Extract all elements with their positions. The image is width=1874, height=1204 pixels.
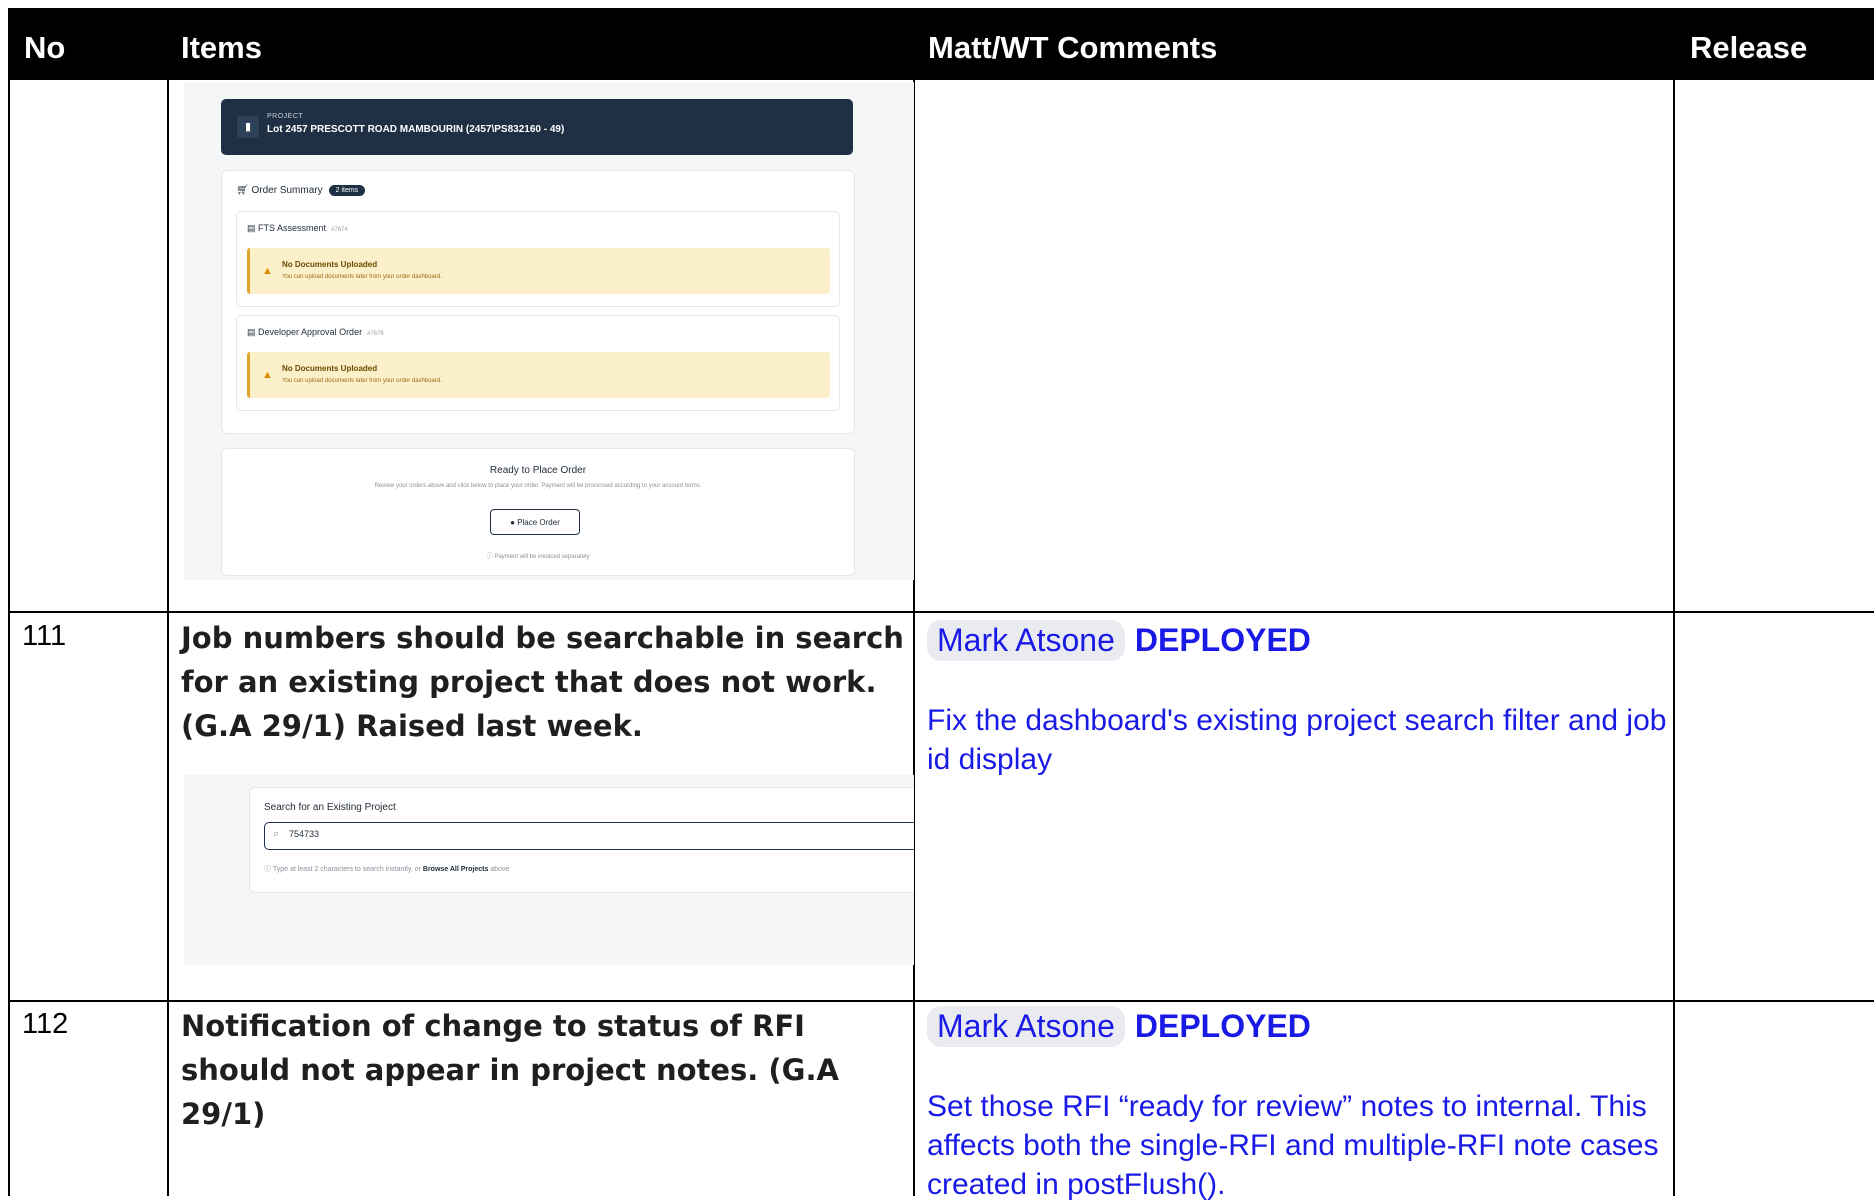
comment-cell: Mark Atsone DEPLOYED Set those RFI “ready… [927, 1006, 1667, 1204]
invoice-note-text: Payment will be invoiced separately [494, 554, 590, 560]
items-badge: 2 items [328, 185, 366, 196]
place-order-button[interactable]: ● Place Order [490, 509, 580, 535]
info-icon: ⓘ [486, 554, 493, 560]
order-summary-label: Order Summary [251, 185, 323, 196]
cart-icon: 🛒︎ [236, 185, 252, 196]
document-icon: ▤ [247, 223, 259, 233]
building-icon: ▮ [237, 116, 259, 138]
order-id: #7674 [331, 227, 348, 233]
row-number: 112 [22, 1008, 69, 1040]
comment-cell: Mark Atsone DEPLOYED Fix the dashboard's … [927, 620, 1667, 779]
assignee-chip[interactable]: Mark Atsone [927, 620, 1125, 661]
search-box[interactable]: ⌕ [264, 822, 914, 850]
assignee-chip[interactable]: Mark Atsone [927, 1006, 1125, 1047]
search-title: Search for an Existing Project [264, 802, 396, 813]
grid-line [8, 80, 10, 1196]
alert-text: You can upload documents later from your… [282, 378, 442, 384]
place-order-label: Place Order [517, 518, 560, 527]
check-circle-icon: ● [510, 518, 515, 527]
grid-line [8, 611, 1874, 613]
order-title: FTS Assessment [258, 223, 327, 233]
no-documents-alert: ▲ No Documents Uploaded You can upload d… [247, 248, 830, 294]
order-summary-card: 🛒︎ Order Summary 2 items ▤ FTS Assessment… [221, 170, 855, 434]
grid-line [167, 80, 169, 1196]
no-documents-alert: ▲ No Documents Uploaded You can upload d… [247, 352, 830, 398]
order-title-row: ▤ Developer Approval Order #7676 [247, 327, 384, 338]
order-summary-screenshot: ▮ PROJECT Lot 2457 PRESCOTT ROAD MAMBOUR… [184, 82, 914, 580]
alert-title: No Documents Uploaded [282, 260, 378, 269]
status-label: DEPLOYED [1134, 1008, 1311, 1044]
info-icon: ⓘ [264, 866, 271, 873]
ready-description: Review your orders above and click below… [374, 483, 702, 489]
table-header: No Items Matt/WT Comments Release [8, 8, 1874, 80]
grid-line [1673, 80, 1675, 1196]
grid-line [8, 1000, 1874, 1002]
search-card: Search for an Existing Project ⌕ ⓘ Type … [249, 787, 914, 893]
search-hint: ⓘ Type at least 2 characters to search i… [264, 864, 509, 874]
project-label: PROJECT [267, 113, 304, 120]
ready-to-place-card: Ready to Place Order Review your orders … [221, 448, 855, 576]
item-description: Job numbers should be searchable in sear… [181, 621, 904, 743]
project-banner: ▮ PROJECT Lot 2457 PRESCOTT ROAD MAMBOUR… [221, 99, 853, 155]
comment-text: Fix the dashboard's existing project sea… [927, 704, 1667, 776]
status-label: DEPLOYED [1134, 622, 1311, 658]
order-card: ▤ FTS Assessment #7674 ▲ No Documents Upl… [236, 211, 840, 307]
header-items: Items [181, 30, 262, 65]
order-title: Developer Approval Order [258, 327, 363, 337]
search-icon: ⌕ [273, 828, 280, 840]
warning-icon: ▲ [262, 265, 273, 277]
comment-text: Set those RFI “ready for review” notes t… [927, 1090, 1659, 1201]
header-release: Release [1690, 30, 1808, 65]
invoice-note: ⓘ Payment will be invoiced separately [222, 551, 854, 560]
row-number: 111 [22, 620, 67, 652]
tracking-table: No Items Matt/WT Comments Release ▮ PROJ… [0, 0, 1874, 1201]
search-input[interactable] [289, 829, 689, 839]
browse-all-projects-link[interactable]: Browse All Projects [423, 866, 489, 873]
ready-title: Ready to Place Order [489, 465, 587, 476]
hint-suffix: above [490, 866, 510, 873]
comment-header: Mark Atsone DEPLOYED [927, 1006, 1667, 1047]
project-name: Lot 2457 PRESCOTT ROAD MAMBOURIN (2457\P… [267, 124, 565, 135]
project-search-screenshot: Search for an Existing Project ⌕ ⓘ Type … [184, 775, 914, 965]
alert-text: You can upload documents later from your… [282, 274, 442, 280]
hint-prefix: Type at least 2 characters to search ins… [272, 866, 421, 873]
order-summary-title: 🛒︎ Order Summary 2 items [236, 185, 366, 196]
header-comments: Matt/WT Comments [928, 30, 1218, 65]
order-card: ▤ Developer Approval Order #7676 ▲ No Doc… [236, 315, 840, 411]
order-id: #7676 [367, 331, 384, 337]
header-no: No [24, 30, 66, 65]
order-title-row: ▤ FTS Assessment #7674 [247, 223, 348, 234]
document-icon: ▤ [247, 327, 259, 337]
item-description: Notification of change to status of RFI … [181, 1009, 839, 1131]
comment-header: Mark Atsone DEPLOYED [927, 620, 1667, 661]
alert-title: No Documents Uploaded [282, 364, 378, 373]
warning-icon: ▲ [262, 369, 273, 381]
